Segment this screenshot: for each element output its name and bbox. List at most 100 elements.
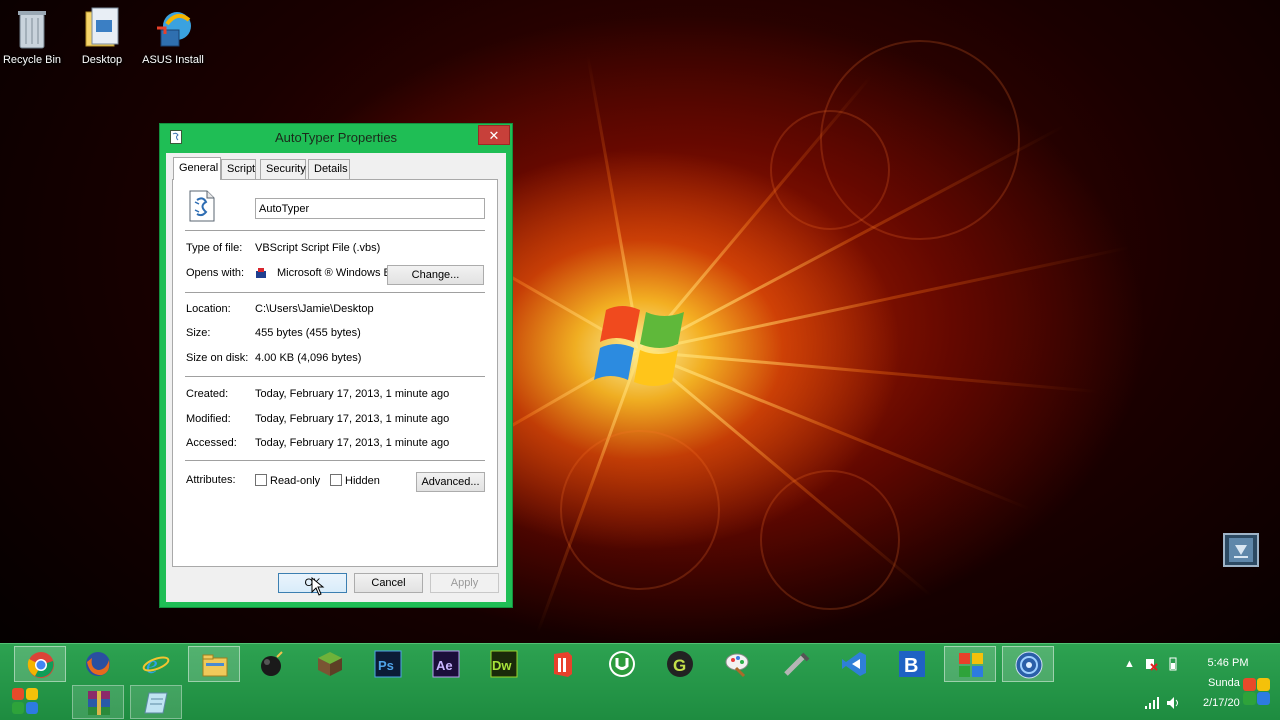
recycle-bin-icon xyxy=(18,11,46,49)
separator xyxy=(185,230,485,231)
download-icon[interactable] xyxy=(1223,533,1259,567)
tab-script[interactable]: Script xyxy=(221,159,256,179)
location-value: C:\Users\Jamie\Desktop xyxy=(255,303,374,315)
show-hidden-icons[interactable]: ▲ xyxy=(1124,658,1135,670)
mouse-cursor-icon xyxy=(311,577,325,596)
battery-icon[interactable] xyxy=(1166,657,1180,671)
advanced-button[interactable]: Advanced... xyxy=(416,472,485,492)
visual-studio-icon xyxy=(842,652,866,676)
clock-time[interactable]: 5:46 PM xyxy=(1193,657,1263,669)
cancel-button[interactable]: Cancel xyxy=(354,573,423,593)
accessed-label: Accessed: xyxy=(186,437,237,449)
taskbar: e Ps Ae Dw G B ▲ 5:46 PM Sunda 2/17/20 xyxy=(0,643,1280,720)
dialog-client-area: General Script Security Details Type of … xyxy=(166,153,506,602)
type-of-file-label: Type of file: xyxy=(186,242,243,254)
separator xyxy=(185,292,485,293)
created-label: Created: xyxy=(186,388,229,400)
utorrent-icon xyxy=(609,651,635,677)
close-button[interactable]: ✕ xyxy=(478,125,510,145)
clock-day[interactable]: Sunda xyxy=(1208,677,1240,689)
attributes-label: Attributes: xyxy=(186,474,236,486)
svg-text:Ps: Ps xyxy=(378,658,394,673)
desktop-icon-recycle-bin[interactable]: Recycle Bin xyxy=(0,6,67,66)
wallpaper-swirl xyxy=(820,40,1020,240)
taskbar-start-tiles[interactable] xyxy=(0,685,52,719)
windows-logo-icon xyxy=(594,306,684,386)
change-button[interactable]: Change... xyxy=(387,265,484,285)
tray-tiles-icon[interactable] xyxy=(1242,677,1272,707)
modified-value: Today, February 17, 2013, 1 minute ago xyxy=(255,413,450,425)
taskbar-firefox[interactable] xyxy=(72,646,124,682)
opens-with-label: Opens with: xyxy=(186,267,245,279)
readonly-checkbox[interactable] xyxy=(255,474,267,486)
tab-details[interactable]: Details xyxy=(308,159,350,179)
taskbar-office[interactable] xyxy=(536,646,588,682)
size-on-disk-label: Size on disk: xyxy=(186,352,249,364)
taskbar-after-effects[interactable]: Ae xyxy=(420,646,472,682)
file-name-input[interactable] xyxy=(255,198,485,219)
taskbar-tiles-app[interactable] xyxy=(944,646,996,682)
start-tiles-icon xyxy=(12,688,38,714)
properties-dialog: AutoTyper Properties ✕ General Script Se… xyxy=(159,123,513,608)
apply-button[interactable]: Apply xyxy=(430,573,499,593)
taskbar-minecraft[interactable] xyxy=(304,646,356,682)
asus-install-icon xyxy=(157,12,191,47)
separator xyxy=(185,376,485,377)
wallpaper-swirl xyxy=(760,470,900,610)
desktop-icon-asus-install[interactable]: ASUS Install xyxy=(138,6,208,66)
dialog-title: AutoTyper Properties xyxy=(274,130,398,145)
file-explorer-icon xyxy=(202,654,228,677)
taskbar-utorrent[interactable] xyxy=(596,646,648,682)
bomb-icon xyxy=(261,651,283,676)
size-label: Size: xyxy=(186,327,211,339)
taskbar-paint[interactable] xyxy=(712,646,764,682)
svg-text:Ae: Ae xyxy=(436,658,453,673)
internet-explorer-icon: e xyxy=(142,650,170,678)
winrar-icon xyxy=(88,691,110,715)
taskbar-internet-explorer[interactable]: e xyxy=(130,646,182,682)
chrome-icon xyxy=(27,652,54,678)
office-icon xyxy=(554,652,572,677)
taskbar-photoshop[interactable]: Ps xyxy=(362,646,414,682)
opens-with-value: Microsoft ® Windows B xyxy=(277,267,391,279)
dreamweaver-icon: Dw xyxy=(490,650,518,678)
size-on-disk-value: 4.00 KB (4,096 bytes) xyxy=(255,352,362,364)
taskbar-globe-app[interactable] xyxy=(1002,646,1054,682)
general-tab-panel: Type of file: VBScript Script File (.vbs… xyxy=(172,179,498,567)
hidden-label[interactable]: Hidden xyxy=(345,475,380,487)
vbs-file-icon xyxy=(189,190,215,222)
svg-text:G: G xyxy=(673,656,686,675)
tab-general[interactable]: General xyxy=(173,157,221,180)
action-center-icon[interactable] xyxy=(1144,657,1158,671)
taskbar-chrome[interactable] xyxy=(14,646,66,682)
after-effects-icon: Ae xyxy=(432,650,460,678)
taskbar-bomb-app[interactable] xyxy=(246,646,298,682)
taskbar-tool-app[interactable] xyxy=(770,646,822,682)
b-app-icon: B xyxy=(899,651,925,677)
volume-icon[interactable] xyxy=(1166,696,1182,710)
dialog-titlebar[interactable]: AutoTyper Properties ✕ xyxy=(160,124,512,152)
modified-label: Modified: xyxy=(186,413,231,425)
network-signal-icon[interactable] xyxy=(1144,696,1160,710)
taskbar-dreamweaver[interactable]: Dw xyxy=(478,646,530,682)
taskbar-b-app[interactable]: B xyxy=(886,646,938,682)
clock-date[interactable]: 2/17/20 xyxy=(1203,697,1240,709)
firefox-icon xyxy=(86,652,110,676)
taskbar-file-explorer[interactable] xyxy=(188,646,240,682)
taskbar-visual-studio[interactable] xyxy=(828,646,880,682)
script-host-icon xyxy=(256,268,266,278)
readonly-label[interactable]: Read-only xyxy=(270,475,320,487)
svg-text:Dw: Dw xyxy=(492,658,512,673)
desktop-icon-label: Recycle Bin xyxy=(2,54,62,66)
taskbar-g-app[interactable]: G xyxy=(654,646,706,682)
desktop-icon-desktop[interactable]: Desktop xyxy=(67,6,137,66)
separator xyxy=(185,460,485,461)
svg-text:B: B xyxy=(904,655,918,677)
hidden-checkbox[interactable] xyxy=(330,474,342,486)
tab-security[interactable]: Security xyxy=(260,159,306,179)
wallpaper-ray xyxy=(639,350,1099,394)
taskbar-winrar[interactable] xyxy=(72,685,124,719)
photoshop-icon: Ps xyxy=(374,650,402,678)
wallpaper-swirl xyxy=(560,430,720,590)
taskbar-notepad[interactable] xyxy=(130,685,182,719)
